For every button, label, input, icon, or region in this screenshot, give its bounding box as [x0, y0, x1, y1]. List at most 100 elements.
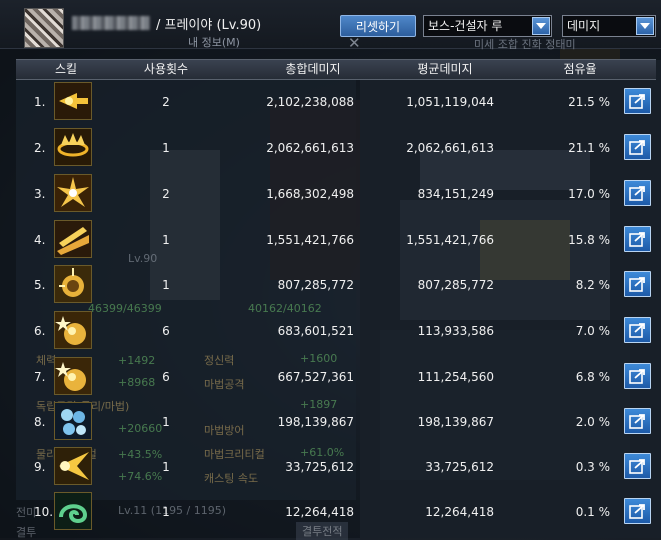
reset-button[interactable]: 리셋하기	[340, 15, 416, 37]
total-damage: 12,264,418	[285, 505, 354, 519]
crown-ring-skill-icon	[54, 128, 92, 166]
average-damage: 2,062,661,613	[406, 141, 494, 155]
average-damage: 111,254,560	[417, 370, 494, 384]
use-count: 6	[162, 324, 170, 338]
total-damage: 2,102,238,088	[266, 95, 354, 109]
damage-share: 6.8 %	[575, 370, 610, 384]
light-burst-skill-icon	[54, 447, 92, 485]
share-button[interactable]	[624, 226, 651, 252]
arrow-skill-icon	[54, 82, 92, 120]
blurred-character-name	[72, 16, 150, 30]
share-icon	[629, 504, 645, 519]
col-share: 점유율	[563, 62, 597, 76]
ground-slash-skill-icon	[54, 220, 92, 258]
chevron-down-icon[interactable]	[532, 17, 550, 35]
use-count: 1	[162, 141, 170, 155]
rank: 3.	[34, 187, 46, 201]
boss-select-value: 보스-건설자 루	[428, 19, 503, 33]
rank: 5.	[34, 278, 46, 292]
table-row: 7. 6 667,527,361 111,254,560 6.8 %	[16, 355, 656, 399]
share-icon	[629, 369, 645, 384]
table-row: 2. 1 2,062,661,613 2,062,661,613 21.1 %	[16, 126, 656, 170]
share-button[interactable]	[624, 363, 651, 389]
share-button[interactable]	[624, 88, 651, 114]
damage-share: 7.0 %	[575, 324, 610, 338]
use-count: 1	[162, 460, 170, 474]
rank: 7.	[34, 370, 46, 384]
col-skill: 스킬	[54, 62, 78, 76]
green-spiral-skill-icon	[54, 492, 92, 530]
character-info: / 프레이야 (Lv.90)	[156, 18, 262, 33]
total-damage: 807,285,772	[277, 278, 354, 292]
total-damage: 33,725,612	[285, 460, 354, 474]
share-button[interactable]	[624, 317, 651, 343]
total-damage: 683,601,521	[277, 324, 354, 338]
use-count: 1	[162, 415, 170, 429]
average-damage: 12,264,418	[425, 505, 494, 519]
use-count: 1	[162, 233, 170, 247]
rank: 1.	[34, 95, 46, 109]
average-damage: 1,551,421,766	[406, 233, 494, 247]
background-menu-text: 미세 조합 진화 정태미	[474, 38, 576, 51]
share-button[interactable]	[624, 271, 651, 297]
use-count: 1	[162, 278, 170, 292]
damage-share: 0.3 %	[575, 460, 610, 474]
table-header: 스킬 사용횟수 총합데미지 평균데미지 점유율	[16, 59, 656, 80]
share-button[interactable]	[624, 408, 651, 434]
avatar	[24, 8, 64, 48]
share-button[interactable]	[624, 134, 651, 160]
share-button[interactable]	[624, 498, 651, 524]
damage-share: 21.5 %	[568, 95, 610, 109]
use-count: 6	[162, 370, 170, 384]
share-button[interactable]	[624, 453, 651, 479]
my-info-label: 내 정보(M)	[188, 36, 240, 49]
share-icon	[629, 323, 645, 338]
spark-bomb-skill-icon	[54, 311, 92, 349]
total-damage: 2,062,661,613	[266, 141, 354, 155]
share-icon	[629, 414, 645, 429]
spark-bomb-skill-icon	[54, 357, 92, 395]
total-damage: 198,139,867	[277, 415, 354, 429]
average-damage: 807,285,772	[417, 278, 494, 292]
rank: 9.	[34, 460, 46, 474]
table-row: 6. 6 683,601,521 113,933,586 7.0 %	[16, 309, 656, 353]
col-uses: 사용횟수	[143, 62, 189, 76]
total-damage: 1,668,302,498	[266, 187, 354, 201]
window-header: / 프레이야 (Lv.90) 내 정보(M) ✕ 미세 조합 진화 정태미 리셋…	[0, 0, 661, 52]
damage-share: 2.0 %	[575, 415, 610, 429]
damage-share: 0.1 %	[575, 505, 610, 519]
damage-share: 8.2 %	[575, 278, 610, 292]
share-button[interactable]	[624, 180, 651, 206]
share-icon	[629, 140, 645, 155]
table-row: 8. 1 198,139,867 198,139,867 2.0 %	[16, 400, 656, 444]
share-icon	[629, 277, 645, 292]
average-damage: 1,051,119,044	[406, 95, 494, 109]
rank: 10.	[34, 505, 54, 519]
table-row: 5. 1 807,285,772 807,285,772 8.2 %	[16, 263, 656, 307]
damage-share: 17.0 %	[568, 187, 610, 201]
chevron-down-icon[interactable]	[636, 17, 654, 35]
table-row: 10. 1 12,264,418 12,264,418 0.1 %	[16, 490, 656, 534]
rank: 6.	[34, 324, 46, 338]
average-damage: 198,139,867	[417, 415, 494, 429]
table-row: 3. 2 1,668,302,498 834,151,249 17.0 %	[16, 172, 656, 216]
share-icon	[629, 459, 645, 474]
average-damage: 33,725,612	[425, 460, 494, 474]
target-bomb-skill-icon	[54, 265, 92, 303]
share-icon	[629, 232, 645, 247]
damage-share: 15.8 %	[568, 233, 610, 247]
rank: 2.	[34, 141, 46, 155]
col-total: 총합데미지	[285, 62, 341, 76]
share-icon	[629, 94, 645, 109]
ice-cluster-skill-icon	[54, 402, 92, 440]
total-damage: 1,551,421,766	[266, 233, 354, 247]
average-damage: 834,151,249	[417, 187, 494, 201]
total-damage: 667,527,361	[277, 370, 354, 384]
boss-select[interactable]: 보스-건설자 루	[423, 15, 552, 37]
metric-select[interactable]: 데미지	[562, 15, 656, 37]
average-damage: 113,933,586	[417, 324, 494, 338]
col-avg: 평균데미지	[417, 62, 473, 76]
burst-skill-icon	[54, 174, 92, 212]
damage-share: 21.1 %	[568, 141, 610, 155]
table-row: 9. 1 33,725,612 33,725,612 0.3 %	[16, 445, 656, 489]
